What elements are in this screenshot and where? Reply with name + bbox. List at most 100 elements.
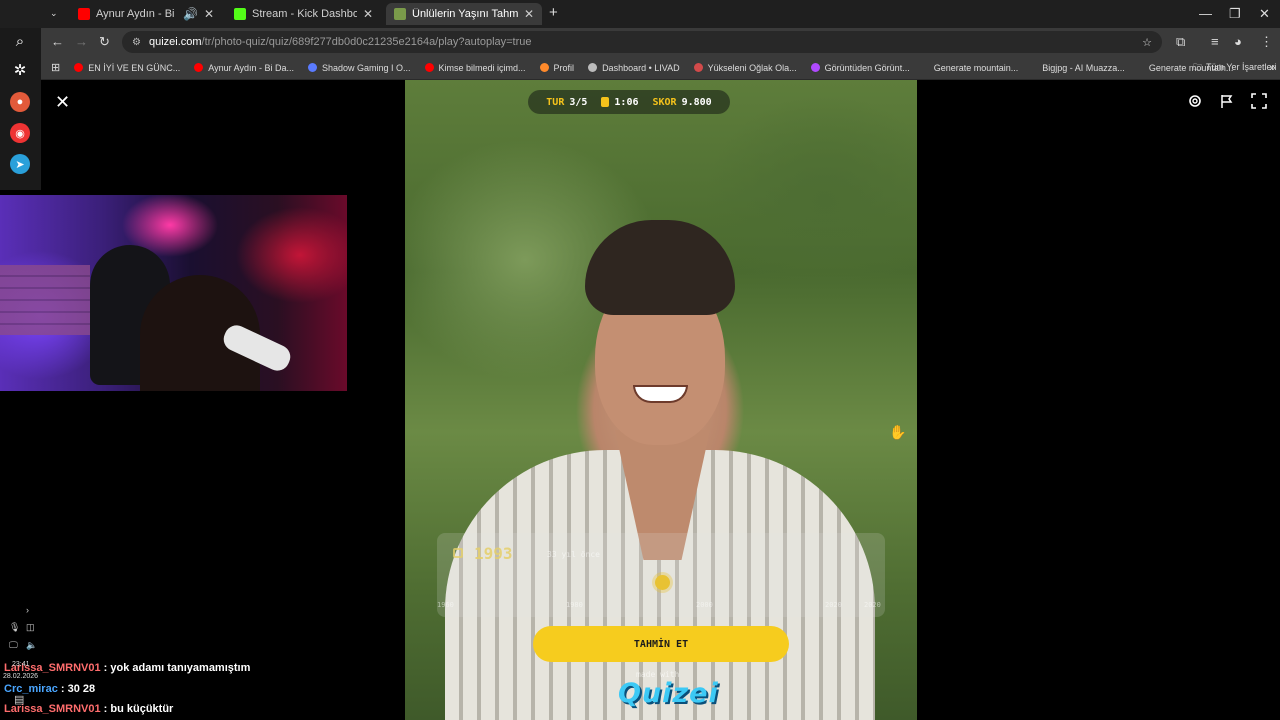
youtube-icon <box>74 63 84 72</box>
settings-icon[interactable] <box>1187 93 1203 109</box>
folder-icon: 🗀 <box>1193 61 1203 72</box>
score-label: SKOR <box>652 96 677 108</box>
all-bookmarks-label: Tüm Yer İşaretleri <box>1206 61 1277 72</box>
bookmark-label: Aynur Aydın - Bi Da... <box>208 62 294 73</box>
notification-icon[interactable]: ▤ <box>14 693 24 706</box>
slider-tick-label: 1980 <box>566 601 583 609</box>
bookmark-item[interactable]: Shadow Gaming I O... <box>307 62 411 73</box>
photo-hair <box>585 220 735 315</box>
browser-toolbar: ← → ↻ ⚙ quizei.com /tr/photo-quiz/quiz/6… <box>41 28 1280 56</box>
chat-text: : 30 28 <box>57 683 96 695</box>
kick-favicon-icon <box>234 8 246 20</box>
speaker-icon[interactable]: 🔊 <box>183 7 198 21</box>
chrome-icon[interactable]: ◉ <box>10 123 30 143</box>
lock-icon <box>453 548 463 558</box>
browser-tab-strip: Aynur Aydın - Bi Dakika - Ş 🔊 ✕ Stream -… <box>0 0 1280 28</box>
youtube-icon <box>424 63 434 72</box>
fullscreen-icon[interactable] <box>1251 93 1267 109</box>
years-ago-label: 33 yıl önce <box>547 550 600 559</box>
back-icon[interactable]: ← <box>51 34 64 49</box>
close-tab-icon[interactable]: ✕ <box>204 7 214 21</box>
report-flag-icon[interactable] <box>1219 93 1235 109</box>
chat-message: Larissa_SMRNV01 : yok adamı tanıyamamışt… <box>4 662 250 674</box>
camera-icon[interactable]: ◫ <box>26 622 35 633</box>
reload-icon[interactable]: ↻ <box>99 34 110 50</box>
tab-search-icon[interactable]: ⌄ <box>50 8 58 19</box>
tab-label: Ünlülerin Yaşını Tahmin Et! - Qu <box>412 8 518 20</box>
media-icon[interactable]: ≡ <box>1211 34 1219 49</box>
bookmark-label: Shadow Gaming I O... <box>321 62 411 73</box>
webcam-overlay <box>0 195 347 391</box>
url-path: /tr/photo-quiz/quiz/689f277db0d0c21235e2… <box>201 36 532 48</box>
bookmark-item[interactable]: Bigjpg - AI Muazza... <box>1042 63 1125 73</box>
webcam-brick-wall <box>0 265 90 335</box>
round-label: TUR <box>546 96 565 108</box>
forward-icon[interactable]: → <box>75 34 88 49</box>
close-window-icon[interactable]: ✕ <box>1259 6 1270 22</box>
monitor-icon[interactable]: 🖵 <box>9 640 18 651</box>
hand-cursor-icon: ✋ <box>889 424 907 440</box>
bookmark-label: Profil <box>553 62 575 73</box>
bookmark-star-icon[interactable]: ☆ <box>1142 36 1152 49</box>
close-quiz-icon[interactable]: ✕ <box>55 92 70 113</box>
app-icon[interactable]: ● <box>10 92 30 112</box>
timer-icon <box>601 97 610 107</box>
chatgpt-icon[interactable]: ✲ <box>10 60 30 80</box>
youtube-icon <box>194 63 204 72</box>
score-value: 9.800 <box>681 96 712 108</box>
timer-value: 1:06 <box>614 96 639 108</box>
bookmark-item[interactable]: EN İYİ VE EN GÜNC... <box>74 63 180 73</box>
menu-icon[interactable]: ⋮ <box>1260 34 1273 50</box>
bookmark-item[interactable]: Dashboard • LIVAD <box>588 63 680 73</box>
chevron-right-icon[interactable]: › <box>26 605 29 615</box>
telegram-icon[interactable]: ➤ <box>10 154 30 174</box>
address-bar[interactable]: ⚙ quizei.com /tr/photo-quiz/quiz/689f277… <box>122 31 1162 53</box>
close-tab-icon[interactable]: ✕ <box>524 7 534 21</box>
bookmark-item[interactable]: Profil <box>539 62 575 73</box>
mic-icon[interactable]: 🎙 <box>9 622 20 633</box>
tab-youtube[interactable]: Aynur Aydın - Bi Dakika - Ş 🔊 ✕ <box>70 3 222 25</box>
chat-text: : bu küçüktür <box>100 703 174 715</box>
bookmark-label: Kimse bilmedi içimd... <box>438 62 526 73</box>
bookmark-label: Dashboard • LIVAD <box>602 62 680 73</box>
chat-text: : yok adamı tanıyamamıştım <box>100 662 251 674</box>
site-info-icon[interactable]: ⚙ <box>132 37 141 48</box>
bookmark-item[interactable]: Generate mountain... <box>934 63 1019 73</box>
restore-icon[interactable]: ❐ <box>1229 6 1241 22</box>
guess-button[interactable]: TAHMİN ET <box>533 626 789 662</box>
slider-tick-label: 2020 <box>825 601 842 609</box>
bookmark-item[interactable]: Aynur Aydın - Bi Da... <box>194 63 294 73</box>
profile-icon <box>539 63 549 72</box>
tab-quizei[interactable]: Ünlülerin Yaşını Tahmin Et! - Qu ✕ <box>386 3 542 25</box>
extensions-icon[interactable]: ⧉ <box>1176 34 1185 50</box>
bookmark-item[interactable]: Görüntüden Görünt... <box>810 62 910 73</box>
close-tab-icon[interactable]: ✕ <box>363 7 373 21</box>
celebrity-photo <box>405 80 917 720</box>
all-bookmarks[interactable]: 🗀 Tüm Yer İşaretleri <box>1193 60 1277 76</box>
taskbar-time: 23:41 <box>12 661 30 668</box>
bookmark-label: Generate mountain... <box>933 62 1019 73</box>
slider-thumb[interactable] <box>655 575 670 590</box>
chat-username: Crc_mirac <box>4 683 58 695</box>
youtube-favicon-icon <box>78 8 90 20</box>
bookmark-item[interactable]: Kimse bilmedi içimd... <box>424 62 526 73</box>
tab-label: Stream - Kick Dashboard <box>252 8 357 20</box>
bookmarks-bar: ⊞ EN İYİ VE EN GÜNC... Aynur Aydın - Bi … <box>41 56 1280 80</box>
slider-tick-label: 2000 <box>696 601 713 609</box>
slider-tick-label: 1960 <box>437 601 454 609</box>
bookmark-label: Görüntüden Görünt... <box>824 62 910 73</box>
os-left-strip: ⊞ ⌕ ✲ ● ◉ ➤ <box>0 0 41 190</box>
tab-kick[interactable]: Stream - Kick Dashboard ✕ <box>226 3 381 25</box>
quizei-logo[interactable]: Quizei <box>618 678 719 709</box>
bookmark-item[interactable]: Yükseleni Oğlak Ola... <box>693 63 797 73</box>
apps-grid-icon[interactable]: ⊞ <box>51 61 60 74</box>
quizei-favicon-icon <box>394 8 406 20</box>
search-icon[interactable]: ⌕ <box>10 31 30 51</box>
image-tool-icon <box>810 63 820 72</box>
slider-tick-label: 2020 <box>864 601 881 609</box>
volume-icon[interactable]: 🔈 <box>26 640 37 651</box>
bookmark-label: EN İYİ VE EN GÜNC... <box>88 62 181 73</box>
new-tab-button[interactable]: + <box>549 4 558 21</box>
minimize-icon[interactable]: — <box>1199 6 1212 21</box>
profile-icon[interactable]: ◕ <box>1234 34 1242 49</box>
